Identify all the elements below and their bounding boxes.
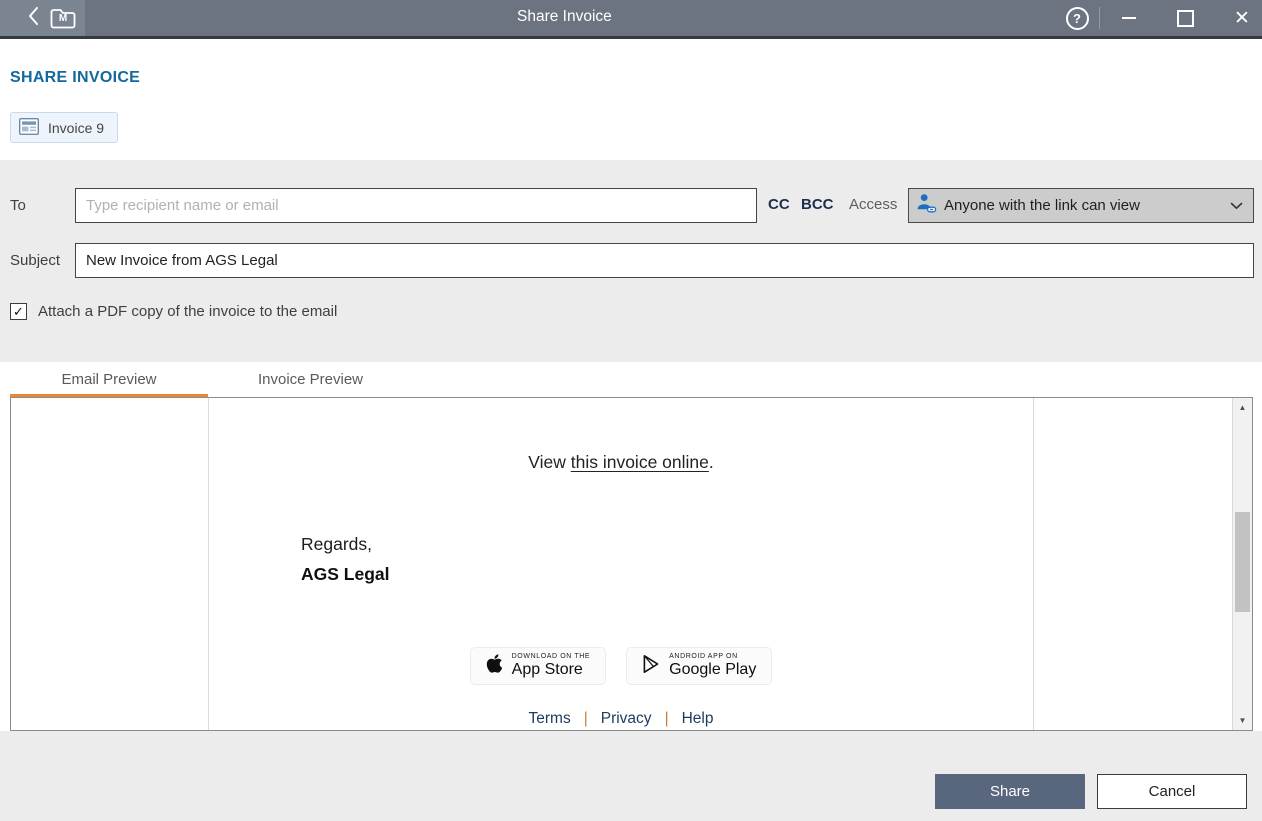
window-title: Share Invoice [517, 8, 612, 26]
email-regards: Regards, [301, 534, 372, 555]
cc-button[interactable]: CC [768, 196, 790, 213]
terms-link[interactable]: Terms [529, 710, 571, 727]
close-button[interactable]: ✕ [1222, 0, 1262, 36]
email-sender-name: AGS Legal [301, 564, 390, 585]
attach-pdf-label: Attach a PDF copy of the invoice to the … [38, 303, 337, 320]
email-body: View this invoice online. Regards, AGS L… [209, 398, 1033, 730]
titlebar: M Share Invoice ? ✕ [0, 0, 1262, 36]
invoice-chip[interactable]: Invoice 9 [10, 112, 118, 143]
view-invoice-prefix: View [528, 452, 570, 472]
bcc-button[interactable]: BCC [801, 196, 834, 213]
preview-column-divider-right [1033, 398, 1034, 730]
help-button[interactable]: ? [1055, 0, 1099, 36]
chevron-left-icon [27, 6, 39, 31]
privacy-link[interactable]: Privacy [601, 710, 652, 727]
google-play-badge-bottom: Google Play [669, 661, 756, 679]
app-store-badge[interactable]: DOWNLOAD ON THE App Store [470, 647, 607, 685]
app-store-badge-text: DOWNLOAD ON THE App Store [512, 653, 591, 679]
app-logo-letter: M [49, 10, 77, 28]
maximize-icon [1177, 10, 1194, 27]
store-badges-row: DOWNLOAD ON THE App Store ANDROID APP ON… [209, 647, 1033, 685]
titlebar-underline [0, 36, 1262, 39]
window-controls: ? ✕ [1055, 0, 1262, 36]
to-label: To [10, 197, 26, 214]
app-logo-folder-icon: M [49, 7, 77, 30]
app-store-badge-bottom: App Store [512, 661, 591, 679]
view-invoice-suffix: . [709, 452, 714, 472]
dialog-footer: Share Cancel [0, 731, 1262, 821]
invoice-document-icon [19, 118, 39, 138]
apple-icon [486, 653, 503, 679]
view-invoice-link[interactable]: this invoice online [571, 452, 709, 472]
checkmark-icon: ✓ [13, 305, 24, 318]
google-play-badge[interactable]: ANDROID APP ON Google Play [626, 647, 772, 685]
attach-pdf-checkbox[interactable]: ✓ [10, 303, 27, 320]
footer-separator: | [584, 710, 588, 727]
invoice-chip-label: Invoice 9 [48, 120, 104, 136]
titlebar-left-section: M [0, 0, 85, 36]
tab-invoice-preview[interactable]: Invoice Preview [208, 362, 413, 397]
to-input[interactable] [75, 188, 757, 223]
google-play-badge-text: ANDROID APP ON Google Play [669, 653, 756, 679]
email-footer-links: Terms | Privacy | Help [209, 710, 1033, 728]
minimize-icon [1122, 17, 1136, 19]
subject-label: Subject [10, 252, 60, 269]
app-store-badge-top: DOWNLOAD ON THE [512, 653, 591, 660]
help-icon: ? [1066, 7, 1089, 30]
preview-scrollbar[interactable]: ▲ ▼ [1232, 398, 1252, 730]
google-play-icon [642, 654, 660, 679]
email-preview-panel: View this invoice online. Regards, AGS L… [10, 397, 1253, 731]
form-section: To CC BCC Access Anyone with the link ca… [0, 160, 1262, 362]
google-play-badge-top: ANDROID APP ON [669, 653, 756, 660]
page-title: SHARE INVOICE [10, 69, 140, 87]
cancel-button[interactable]: Cancel [1097, 774, 1247, 809]
subject-input[interactable] [75, 243, 1254, 278]
tab-email-preview[interactable]: Email Preview [10, 362, 208, 397]
minimize-button[interactable] [1100, 0, 1157, 36]
view-invoice-line: View this invoice online. [209, 452, 1033, 473]
help-link[interactable]: Help [682, 710, 714, 727]
access-dropdown[interactable]: Anyone with the link can view [908, 188, 1254, 223]
share-button[interactable]: Share [935, 774, 1085, 809]
preview-tabbar: Email Preview Invoice Preview [0, 362, 1262, 397]
chevron-down-icon [1230, 197, 1243, 215]
back-button[interactable] [27, 8, 39, 28]
person-link-icon [916, 193, 937, 218]
maximize-button[interactable] [1157, 0, 1214, 36]
close-icon: ✕ [1234, 7, 1250, 30]
scroll-up-icon[interactable]: ▲ [1233, 403, 1252, 412]
access-label: Access [849, 196, 897, 213]
scrollbar-thumb[interactable] [1235, 512, 1250, 612]
access-dropdown-value: Anyone with the link can view [944, 197, 1223, 214]
footer-separator: | [665, 710, 669, 727]
scroll-down-icon[interactable]: ▼ [1233, 716, 1252, 725]
